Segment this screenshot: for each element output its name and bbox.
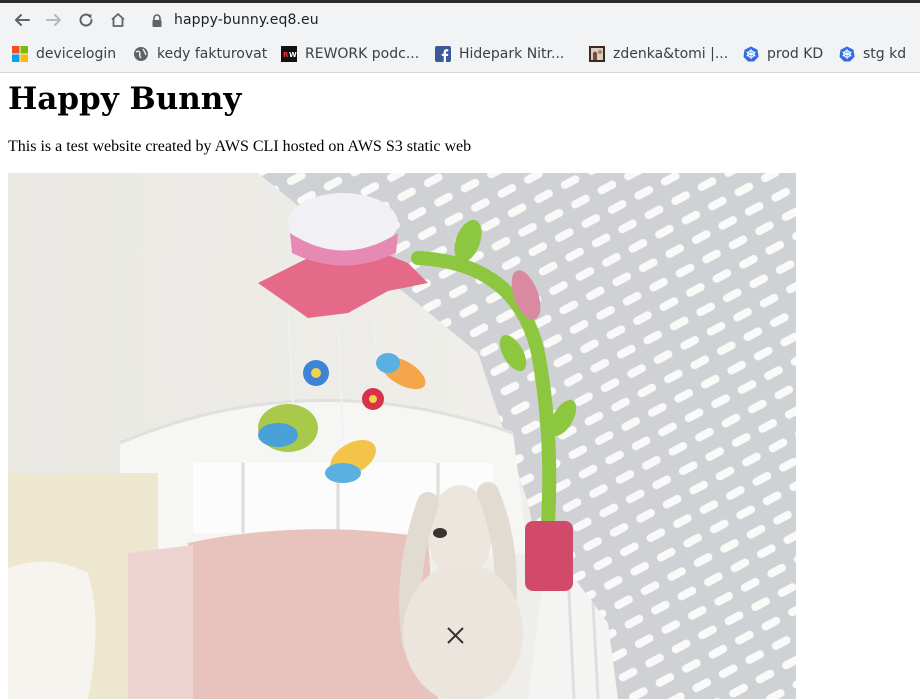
bookmark-label: prod KD: [767, 46, 824, 62]
globe-icon: [133, 46, 149, 62]
bookmark-kedy-fakturovat[interactable]: kedy fakturovat: [133, 46, 267, 62]
kubernetes-icon: [743, 46, 759, 62]
bookmark-label: devicelogin: [36, 46, 117, 62]
bookmarks-bar: devicelogin kedy fakturovat RW REWORK po…: [0, 37, 920, 73]
svg-text:W: W: [289, 51, 297, 59]
bookmark-label: kedy fakturovat: [157, 46, 268, 62]
photo-illustration: [8, 173, 796, 699]
home-button[interactable]: [107, 9, 129, 31]
reload-icon: [79, 13, 93, 27]
bookmark-hidepark[interactable]: Hidepark Nitr...: [435, 46, 564, 62]
bookmark-zdenka-tomi[interactable]: zdenka&tomi |...: [589, 46, 728, 62]
bookmark-label: zdenka&tomi |...: [613, 46, 729, 62]
address-bar-url[interactable]: happy-bunny.eq8.eu: [174, 12, 319, 28]
microsoft-icon: [12, 46, 28, 62]
bookmark-rework[interactable]: RW REWORK podc...: [281, 46, 419, 62]
back-button[interactable]: [11, 9, 33, 31]
bookmark-devicelogin[interactable]: devicelogin: [12, 46, 116, 62]
reload-button[interactable]: [75, 9, 97, 31]
bookmark-label: stg kd: [863, 46, 907, 62]
kubernetes-icon: [839, 46, 855, 62]
bookmark-label: REWORK podc...: [305, 46, 420, 62]
back-arrow-icon: [15, 14, 30, 26]
forward-arrow-icon: [46, 14, 61, 26]
page-description: This is a test website created by AWS CL…: [8, 138, 472, 155]
lock-icon: [152, 14, 162, 27]
crib-mobile-photo: [8, 173, 796, 699]
bookmark-prod-kd[interactable]: prod KD: [743, 46, 823, 62]
bookmark-label: Hidepark Nitr...: [459, 46, 565, 62]
photo-icon: [589, 46, 605, 62]
home-icon: [111, 13, 125, 27]
browser-toolbar: happy-bunny.eq8.eu: [0, 3, 920, 37]
facebook-icon: [435, 46, 451, 62]
forward-button[interactable]: [43, 9, 65, 31]
page-title: Happy Bunny: [8, 81, 242, 117]
bookmark-stg-kd[interactable]: stg kd: [839, 46, 906, 62]
rework-icon: RW: [281, 46, 297, 62]
